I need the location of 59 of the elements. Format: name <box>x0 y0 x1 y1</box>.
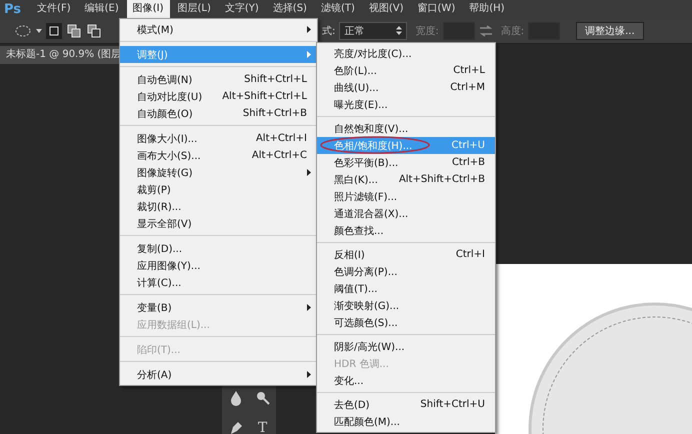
menu-item[interactable]: 自动色调(N) Shift+Ctrl+L <box>120 71 317 88</box>
menu-item[interactable]: 裁剪(P) <box>120 181 317 198</box>
menu-bar-item[interactable]: 滤镜(T) <box>314 0 361 18</box>
menu-item[interactable]: 曝光度(E)... <box>317 96 495 113</box>
style-label: 式: <box>322 24 336 38</box>
menu-item[interactable]: 图像旋转(G) <box>120 164 317 181</box>
menu-item[interactable]: 渐变映射(G)... <box>317 297 495 314</box>
menu-item[interactable]: 色调分离(P)... <box>317 263 495 280</box>
menu-item[interactable]: 颜色查找... <box>317 222 495 239</box>
menu-item[interactable]: 阈值(T)... <box>317 280 495 297</box>
menu-item[interactable]: 黑白(K)... Alt+Shift+Ctrl+B <box>317 171 495 188</box>
style-dropdown[interactable]: 正常 <box>339 22 408 40</box>
ellipse-marquee-icon[interactable] <box>14 24 32 38</box>
menu-item[interactable]: 阴影/高光(W)... <box>317 338 495 355</box>
refine-edge-button[interactable]: 调整边缘... <box>576 22 644 40</box>
new-selection-icon[interactable] <box>46 22 62 38</box>
menu-bar-item[interactable]: 图像(I) <box>126 0 170 18</box>
menu-item[interactable]: 可选颜色(S)... <box>317 314 495 331</box>
menu-item[interactable]: 计算(C)... <box>120 274 317 291</box>
menu-item[interactable]: 模式(M) <box>120 21 317 38</box>
caret-icon[interactable] <box>36 28 42 32</box>
app-logo[interactable]: Ps <box>4 2 22 16</box>
add-selection-icon[interactable] <box>66 22 82 38</box>
menu-bar-item[interactable]: 文件(F) <box>31 0 77 18</box>
menu-item[interactable]: 自动对比度(U) Alt+Shift+Ctrl+L <box>120 88 317 105</box>
subtract-selection-icon[interactable] <box>86 22 102 38</box>
menu-item[interactable]: 通道混合器(X)... <box>317 205 495 222</box>
menu-item[interactable]: 复制(D)... <box>120 240 317 257</box>
width-label: 宽度: <box>415 24 439 38</box>
menu-item[interactable]: 去色(D) Shift+Ctrl+U <box>317 396 495 413</box>
swap-icon[interactable] <box>478 24 493 36</box>
menu-item[interactable]: 照片滤镜(F)... <box>317 188 495 205</box>
menu-item[interactable]: 变量(B) <box>120 299 317 316</box>
menu-item[interactable]: 裁切(R)... <box>120 198 317 215</box>
menu-bar-item[interactable]: 编辑(E) <box>78 0 125 18</box>
menu-item[interactable]: 自然饱和度(V)... <box>317 120 495 137</box>
menu-item[interactable]: 显示全部(V) <box>120 215 317 232</box>
menu-item[interactable]: 应用图像(Y)... <box>120 257 317 274</box>
menu-item[interactable]: 曲线(U)... Ctrl+M <box>317 79 495 96</box>
text-tool-icon[interactable]: T <box>258 420 268 434</box>
height-label: 高度: <box>500 24 524 38</box>
menu-item[interactable]: 画布大小(S)... Alt+Ctrl+C <box>120 147 317 164</box>
menu-item[interactable]: 色彩平衡(B)... Ctrl+B <box>317 154 495 171</box>
stepper-icon <box>396 26 402 35</box>
menu-item[interactable]: 分析(A) <box>120 366 317 383</box>
menu-bar-item[interactable]: 文字(Y) <box>218 0 265 18</box>
menu-item[interactable]: 变化... <box>317 372 495 389</box>
menu-item[interactable]: 匹配颜色(M)... <box>317 413 495 430</box>
menu-bar-item[interactable]: 视图(V) <box>362 0 410 18</box>
menu-bar-item[interactable]: 窗口(W) <box>412 0 462 18</box>
menu-item[interactable]: 自动颜色(O) Shift+Ctrl+B <box>120 105 317 122</box>
drop-icon[interactable] <box>228 390 242 406</box>
menu-bar-item[interactable]: 选择(S) <box>266 0 313 18</box>
menu-bar-item[interactable]: 帮助(H) <box>463 0 511 18</box>
menu-bar-item[interactable]: 图层(L) <box>172 0 217 18</box>
menu-item[interactable]: 亮度/对比度(C)... <box>317 45 495 62</box>
menu-item[interactable]: 反相(I) Ctrl+I <box>317 246 495 263</box>
menu-item[interactable]: 图像大小(I)... Alt+Ctrl+I <box>120 130 317 147</box>
menu-item[interactable]: 色阶(L)... Ctrl+L <box>317 62 495 79</box>
